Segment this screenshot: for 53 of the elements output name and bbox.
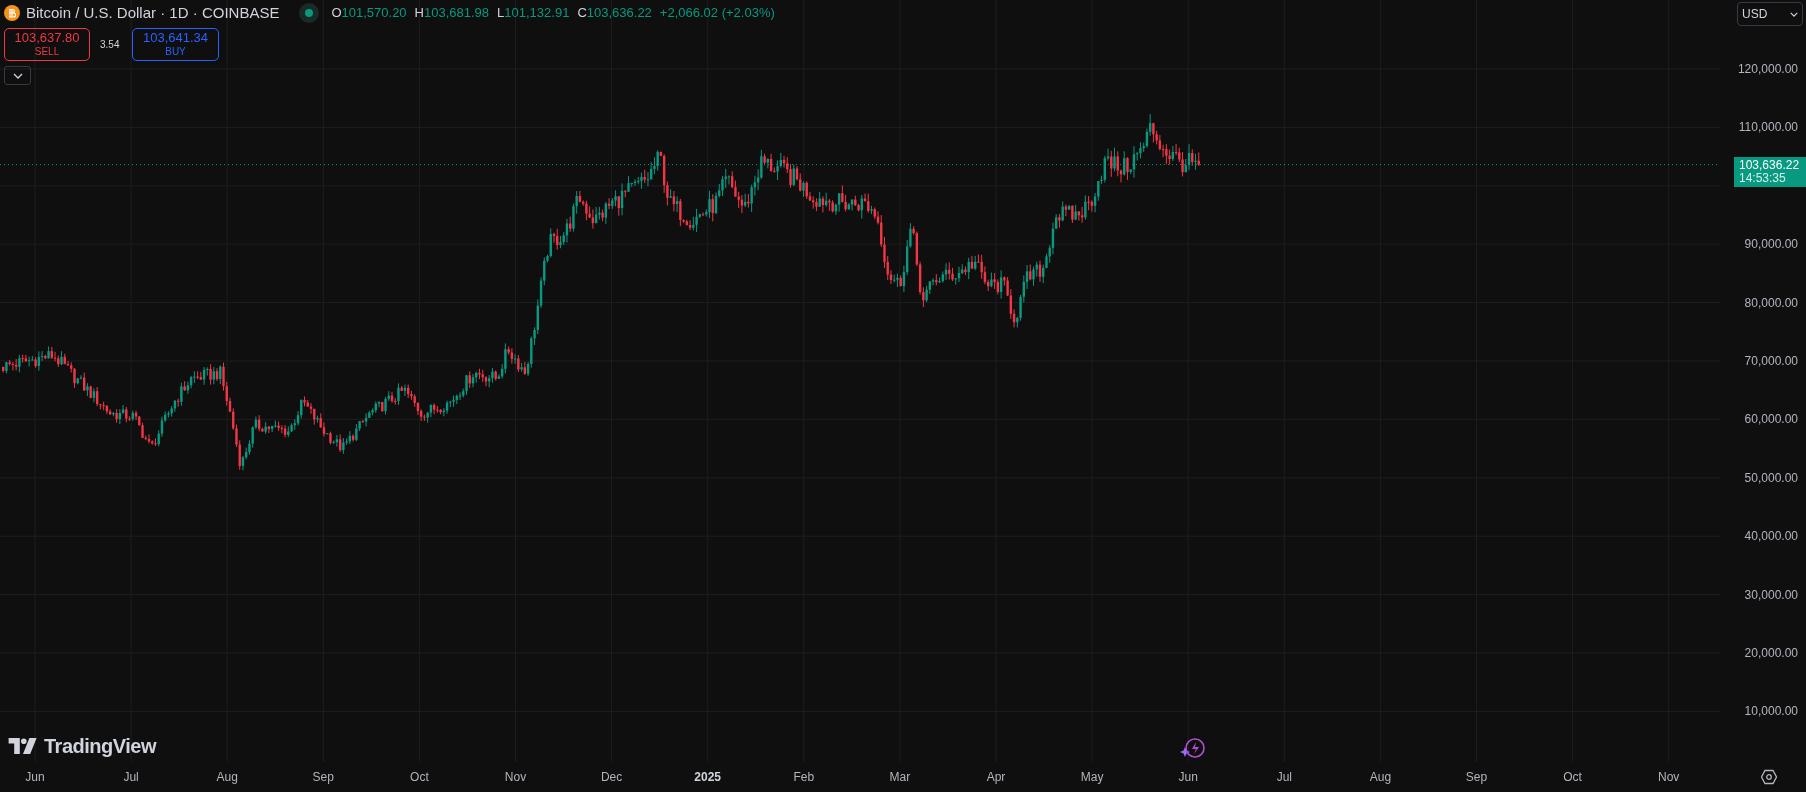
price-axis-label: 20,000.00: [1744, 646, 1798, 660]
bar-countdown: 14:53:35: [1739, 171, 1786, 185]
ohlc-label: O: [331, 4, 342, 23]
time-axis-label: Sep: [1465, 770, 1488, 784]
time-axis-label: Feb: [793, 770, 815, 784]
logo-text: TradingView: [44, 734, 156, 759]
price-axis-label: 50,000.00: [1744, 470, 1798, 485]
chevron-down-icon: [12, 72, 23, 79]
lightning-icon[interactable]: [1180, 737, 1206, 761]
time-axis-label: Jun: [25, 770, 45, 784]
logo-icon: [8, 738, 38, 754]
buy-button[interactable]: 103,641.34 BUY: [132, 28, 219, 61]
time-axis-label: Aug: [216, 770, 238, 784]
time-axis-label: Jul: [1276, 770, 1292, 784]
price-axis-label: 90,000.00: [1744, 237, 1798, 252]
chevron-down-icon: [1790, 11, 1798, 17]
sell-button[interactable]: 103,637.80 SELL: [4, 28, 90, 61]
ohlc-value: 101,132.91: [504, 4, 570, 23]
price-axis-label: 70,000.00: [1744, 354, 1798, 368]
ohlc-value: 101,570.20: [341, 4, 407, 23]
price-axis-label: 110,000.00: [1738, 120, 1798, 135]
last-price: 103,636.22: [1739, 158, 1801, 172]
time-axis-label: Nov: [1658, 770, 1680, 784]
symbol-title: Bitcoin / U.S. Dollar · 1D · COINBASE: [26, 2, 280, 23]
time-axis-label: Oct: [1563, 770, 1582, 784]
spread-value: 3.54: [100, 38, 121, 52]
ohlc-label: L: [497, 4, 505, 23]
ohlc-label: C: [577, 4, 587, 23]
time-axis-label: Jun: [1178, 770, 1198, 784]
time-axis-label: May: [1080, 770, 1104, 784]
ohlc-label: H: [414, 4, 424, 23]
time-axis-label: Jul: [123, 770, 139, 784]
bitcoin-icon: [4, 5, 20, 21]
price-axis-label: 40,000.00: [1744, 529, 1798, 544]
ohlc-value: 103,636.22: [586, 4, 652, 23]
collapse-button[interactable]: [4, 66, 31, 85]
time-axis-label: Nov: [504, 770, 527, 784]
currency-dropdown[interactable]: USD: [1737, 2, 1803, 26]
settings-icon[interactable]: [1761, 769, 1777, 785]
price-axis-label: 60,000.00: [1744, 412, 1798, 427]
price-axis-label: 120,000.00: [1737, 62, 1798, 76]
time-axis-label: Mar: [889, 770, 911, 784]
price-axis-label: 10,000.00: [1744, 704, 1798, 719]
price-axis-label: 80,000.00: [1744, 295, 1798, 310]
time-axis-label: Sep: [312, 770, 334, 784]
price-axis-label: 30,000.00: [1744, 587, 1798, 602]
time-axis-label: Oct: [410, 770, 429, 784]
time-axis-label: Apr: [986, 770, 1006, 784]
time-axis-label: Dec: [600, 770, 623, 784]
time-axis-label: 2025: [694, 770, 722, 784]
time-axis-label: Aug: [1369, 770, 1392, 784]
ohlc-value: 103,681.98: [424, 4, 490, 23]
price-change: +2,066.02 (+2.03%): [659, 4, 775, 23]
